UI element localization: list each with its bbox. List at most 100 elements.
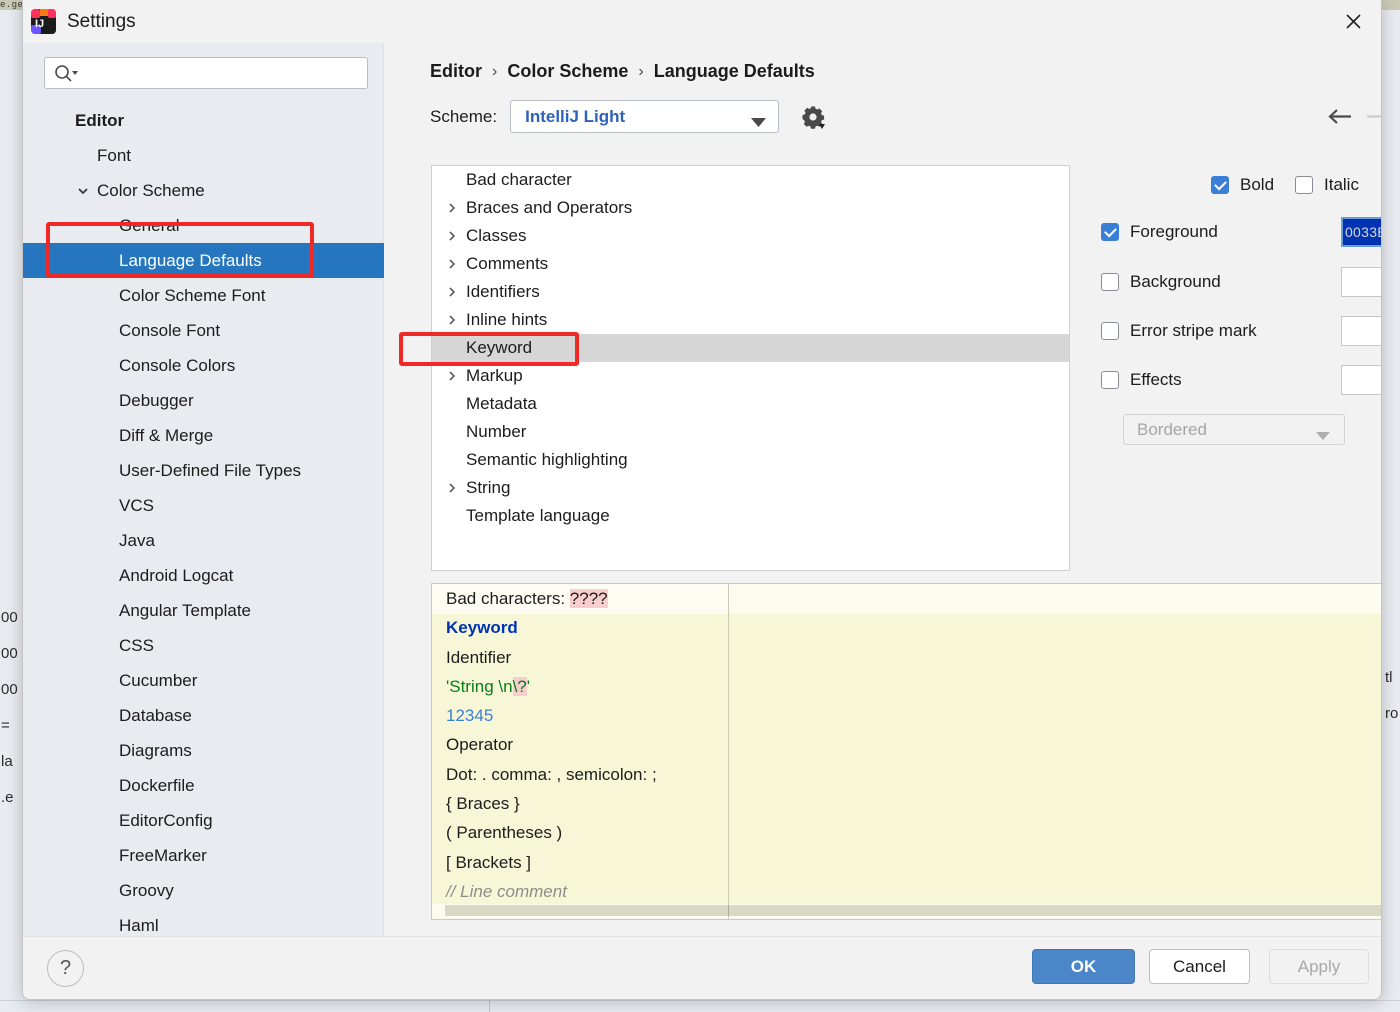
- close-icon[interactable]: [1325, 0, 1381, 42]
- search-box[interactable]: [44, 57, 368, 90]
- preview-text-plain: Dot: . comma: , semicolon: ;: [446, 764, 657, 784]
- color-preview-pane[interactable]: Bad characters: ???? Keyword Identifier 'St…: [431, 583, 1381, 920]
- preview-line-brack: [ Brackets ]: [446, 848, 726, 877]
- sidebar-item-diff-merge[interactable]: Diff & Merge: [23, 418, 384, 453]
- foreground-checkbox[interactable]: [1101, 223, 1119, 241]
- color-attributes-list[interactable]: Bad character Braces and Operators Classes…: [431, 165, 1070, 571]
- error-stripe-checkbox[interactable]: [1101, 322, 1119, 340]
- cancel-button[interactable]: Cancel: [1149, 949, 1250, 984]
- chevron-right-icon[interactable]: [444, 474, 460, 502]
- sidebar-item-diagrams[interactable]: Diagrams: [23, 733, 384, 768]
- sidebar-item-editor[interactable]: Editor: [23, 103, 384, 138]
- sidebar-item-database[interactable]: Database: [23, 698, 384, 733]
- attribute-row-classes[interactable]: Classes: [432, 222, 1069, 250]
- italic-label: Italic: [1324, 175, 1359, 194]
- sidebar-item-label: EditorConfig: [119, 811, 213, 830]
- effects-checkbox-row[interactable]: Effects: [1101, 370, 1182, 390]
- sidebar-item-label: Cucumber: [119, 671, 198, 690]
- sidebar-item-haml[interactable]: Haml: [23, 908, 384, 938]
- attribute-row-semantic-highlighting[interactable]: Semantic highlighting: [432, 446, 1069, 474]
- scheme-label: Scheme:: [430, 106, 498, 126]
- foreground-checkbox-row[interactable]: Foreground: [1101, 222, 1218, 242]
- chevron-right-icon[interactable]: [444, 250, 460, 278]
- ok-button[interactable]: OK: [1032, 949, 1135, 984]
- sidebar-item-editorconfig[interactable]: EditorConfig: [23, 803, 384, 838]
- sidebar-item-label: Font: [97, 146, 132, 165]
- sidebar-item-java[interactable]: Java: [23, 523, 384, 558]
- sidebar-item-user-defined-file-types[interactable]: User-Defined File Types: [23, 453, 384, 488]
- background-checkbox-row[interactable]: Background: [1101, 272, 1221, 292]
- preview-text-plain: Identifier: [446, 647, 512, 667]
- attribute-row-label: Inline hints: [466, 310, 548, 329]
- background-color-swatch[interactable]: [1341, 267, 1381, 297]
- foreground-color-swatch[interactable]: 0033B3: [1341, 217, 1381, 247]
- help-button[interactable]: ?: [47, 950, 84, 987]
- attribute-row-label: Template language: [466, 506, 610, 525]
- sidebar-item-label: Diff & Merge: [119, 426, 214, 445]
- sidebar-item-cucumber[interactable]: Cucumber: [23, 663, 384, 698]
- sidebar-item-groovy[interactable]: Groovy: [23, 873, 384, 908]
- sidebar-item-css[interactable]: CSS: [23, 628, 384, 663]
- breadcrumb-item-color-scheme[interactable]: Color Scheme: [507, 61, 628, 82]
- sidebar-item-dockerfile[interactable]: Dockerfile: [23, 768, 384, 803]
- gear-icon[interactable]: [798, 102, 828, 132]
- preview-text-plain: Operator: [446, 735, 514, 755]
- scheme-value: IntelliJ Light: [525, 106, 626, 126]
- preview-line-cmt: // Line comment: [446, 877, 726, 906]
- attribute-row-comments[interactable]: Comments: [432, 250, 1069, 278]
- bold-label: Bold: [1240, 175, 1275, 194]
- arrow-right-icon[interactable]: [1363, 103, 1381, 129]
- search-input[interactable]: [81, 58, 365, 90]
- bold-checkbox-row[interactable]: Bold: [1211, 175, 1274, 195]
- sidebar-item-color-scheme[interactable]: Color Scheme: [23, 173, 384, 208]
- preview-text-plain: Bad characters:: [446, 589, 570, 608]
- attribute-row-label: Keyword: [466, 338, 533, 357]
- chevron-right-icon[interactable]: [444, 222, 460, 250]
- sidebar-item-font[interactable]: Font: [23, 138, 384, 173]
- chevron-down-icon[interactable]: [75, 173, 91, 208]
- attribute-row-template-language[interactable]: Template language: [432, 502, 1069, 530]
- sidebar-item-debugger[interactable]: Debugger: [23, 383, 384, 418]
- preview-bad-character: ????: [569, 589, 608, 608]
- sidebar-item-angular-template[interactable]: Angular Template: [23, 593, 384, 628]
- chevron-right-icon[interactable]: [444, 306, 460, 334]
- effects-checkbox[interactable]: [1101, 371, 1119, 389]
- italic-checkbox[interactable]: [1295, 176, 1313, 194]
- breadcrumb-item-editor[interactable]: Editor: [430, 61, 482, 82]
- attribute-row-number[interactable]: Number: [432, 418, 1069, 446]
- sidebar-item-console-colors[interactable]: Console Colors: [23, 348, 384, 383]
- attribute-row-inline-hints[interactable]: Inline hints: [432, 306, 1069, 334]
- sidebar-item-color-scheme-font[interactable]: Color Scheme Font: [23, 278, 384, 313]
- attribute-row-keyword[interactable]: Keyword: [432, 334, 1069, 362]
- background-checkbox[interactable]: [1101, 273, 1119, 291]
- italic-checkbox-row[interactable]: Italic: [1295, 175, 1359, 195]
- effect-type-dropdown[interactable]: Bordered: [1123, 414, 1345, 445]
- attribute-row-metadata[interactable]: Metadata: [432, 390, 1069, 418]
- sidebar-item-console-font[interactable]: Console Font: [23, 313, 384, 348]
- attribute-row-markup[interactable]: Markup: [432, 362, 1069, 390]
- scheme-dropdown[interactable]: IntelliJ Light: [510, 100, 780, 133]
- chevron-right-icon[interactable]: [444, 362, 460, 390]
- sidebar-item-general[interactable]: General: [23, 208, 384, 243]
- chevron-right-icon[interactable]: [444, 278, 460, 306]
- error-stripe-color-swatch[interactable]: [1341, 316, 1381, 346]
- sidebar-item-android-logcat[interactable]: Android Logcat: [23, 558, 384, 593]
- preview-line-brace: { Braces }: [446, 789, 726, 818]
- error-stripe-checkbox-row[interactable]: Error stripe mark: [1101, 321, 1257, 341]
- preview-horizontal-scrollbar[interactable]: [445, 905, 1381, 916]
- breadcrumb-item-language-defaults[interactable]: Language Defaults: [654, 61, 815, 82]
- sidebar-item-freemarker[interactable]: FreeMarker: [23, 838, 384, 873]
- chevron-right-icon[interactable]: [444, 194, 460, 222]
- bold-checkbox[interactable]: [1211, 176, 1229, 194]
- attribute-row-string[interactable]: String: [432, 474, 1069, 502]
- sidebar-item-language-defaults[interactable]: Language Defaults: [23, 243, 384, 278]
- effects-color-swatch[interactable]: [1341, 365, 1381, 395]
- sidebar-item-label: Console Colors: [119, 356, 236, 375]
- search-icon: [53, 63, 79, 85]
- apply-button[interactable]: Apply: [1269, 949, 1369, 984]
- attribute-row-braces-and-operators[interactable]: Braces and Operators: [432, 194, 1069, 222]
- attribute-row-bad-character[interactable]: Bad character: [432, 166, 1069, 194]
- arrow-left-icon[interactable]: [1325, 103, 1355, 129]
- sidebar-item-vcs[interactable]: VCS: [23, 488, 384, 523]
- attribute-row-identifiers[interactable]: Identifiers: [432, 278, 1069, 306]
